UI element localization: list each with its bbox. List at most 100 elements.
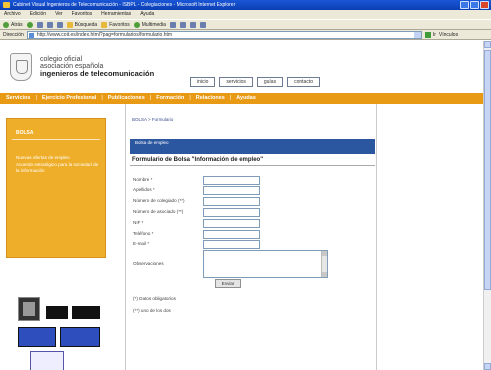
email-field[interactable] [203, 240, 260, 249]
star-icon [101, 21, 108, 28]
telefono-field[interactable] [203, 230, 260, 239]
main-content: BOLSA > Formulario Bolsa de empleo Formu… [125, 104, 377, 370]
apellidos-field[interactable] [203, 186, 260, 195]
url-text: http://www.coit.es/index.html?pag=formul… [36, 31, 173, 38]
print-button[interactable] [189, 21, 196, 28]
printer-icon [189, 21, 196, 28]
nav-separator: | [229, 95, 232, 101]
site-header: colegio oficial asociación española inge… [0, 41, 491, 93]
media-icon [133, 21, 140, 28]
internet-explorer-icon [3, 2, 10, 8]
nav-item-ejercicio-profesional[interactable]: Ejercicio Profesional [42, 93, 96, 104]
sidebar-item-ofertas[interactable]: Nuevas ofertas de empleo [16, 155, 102, 161]
stop-button[interactable] [36, 21, 43, 28]
scroll-up-button[interactable] [484, 41, 491, 48]
menubar: Archivo Edición Ver Favoritos Herramient… [0, 10, 491, 19]
nav-item-servicios[interactable]: Servicios [6, 93, 30, 104]
partner-logo-blue-2[interactable] [60, 327, 100, 347]
close-button[interactable] [480, 1, 489, 9]
menu-item-ver[interactable]: Ver [55, 10, 63, 19]
favorites-label: Favoritos [109, 21, 130, 28]
nav-separator: | [35, 95, 37, 101]
menu-item-herramientas[interactable]: Herramientas [101, 10, 131, 19]
partner-logo-dark-1[interactable] [46, 306, 68, 319]
refresh-icon [46, 21, 53, 28]
field-label: Número de colegiado (**) [133, 198, 185, 203]
browser-toolbar: Atrás Búsqueda Favoritos Multimedia [0, 19, 491, 30]
nav-item-ayudas[interactable]: Ayudas [236, 93, 256, 104]
scroll-down-button[interactable] [484, 363, 491, 370]
form-divider [130, 165, 375, 166]
observations-textarea[interactable] [203, 250, 328, 278]
nav-item-relaciones[interactable]: Relaciones [196, 93, 225, 104]
forward-button[interactable] [26, 21, 33, 28]
window-controls [460, 1, 489, 9]
mail-icon [179, 21, 186, 28]
field-label: Número de asociado (**) [133, 209, 184, 214]
mail-button[interactable] [179, 21, 186, 28]
nav-item-formacion[interactable]: Formación [156, 93, 184, 104]
asociado-field[interactable] [203, 208, 260, 217]
partner-logo-portrait[interactable] [18, 297, 40, 321]
partner-logo-small[interactable] [30, 351, 64, 370]
org-name: colegio oficial asociación española inge… [40, 56, 154, 77]
nombre-field[interactable] [203, 176, 260, 185]
nav-item-publicaciones[interactable]: Publicaciones [108, 93, 145, 104]
history-button[interactable] [169, 21, 176, 28]
field-label: E-mail * [133, 241, 150, 246]
window-title: Cabinet Visual Ingenieros de Telecomunic… [13, 2, 236, 8]
address-label: Dirección [3, 31, 24, 38]
section-header: Bolsa de empleo [130, 139, 375, 154]
menu-item-ayuda[interactable]: Ayuda [140, 10, 154, 19]
submit-button[interactable]: Enviar [215, 279, 241, 288]
header-link-guias[interactable]: guías [256, 77, 284, 87]
nav-separator: | [101, 95, 103, 101]
scroll-thumb[interactable] [484, 50, 491, 290]
maximize-button[interactable] [470, 1, 479, 9]
sidebar-menu: BOLSA Nuevas ofertas de empleo Acuerdo e… [6, 118, 106, 258]
search-label: Búsqueda [74, 21, 98, 28]
edit-icon [199, 21, 206, 28]
org-line-3: ingenieros de telecomunicación [40, 69, 155, 78]
go-arrow-icon [424, 31, 431, 38]
nif-field[interactable] [203, 219, 260, 228]
menu-item-edicion[interactable]: Edición [30, 10, 46, 19]
home-button[interactable] [56, 21, 63, 28]
links-button[interactable]: Vínculos [439, 32, 458, 38]
field-label: NIF * [133, 220, 144, 225]
favorites-button[interactable]: Favoritos [101, 21, 130, 28]
sidebar-item-acuerdo[interactable]: Acuerdo estratégico para la sociedad de … [16, 162, 102, 174]
menu-item-archivo[interactable]: Archivo [4, 10, 21, 19]
either-note: (**) uno de los dos [133, 308, 171, 313]
header-link-servicios[interactable]: servicios [219, 77, 253, 87]
page-scrollbar[interactable] [483, 41, 491, 370]
minimize-button[interactable] [460, 1, 469, 9]
header-link-contacto[interactable]: contacto [287, 77, 320, 87]
textarea-scrollbar[interactable] [321, 251, 327, 277]
sidebar: BOLSA Nuevas ofertas de empleo Acuerdo e… [0, 104, 110, 370]
sidebar-title: BOLSA [16, 130, 34, 136]
partner-logos [18, 297, 108, 370]
refresh-button[interactable] [46, 21, 53, 28]
header-link-inicio[interactable]: inicio [190, 77, 216, 87]
field-label: Nombre * [133, 177, 153, 182]
menu-item-favoritos[interactable]: Favoritos [72, 10, 93, 19]
edit-button[interactable] [199, 21, 206, 28]
partner-logo-dark-2[interactable] [72, 306, 100, 319]
search-button[interactable]: Búsqueda [66, 21, 98, 28]
media-label: Multimedia [141, 21, 166, 28]
coat-of-arms-logo[interactable] [10, 53, 32, 81]
go-button[interactable]: Ir [424, 31, 436, 38]
breadcrumb[interactable]: BOLSA > Formulario [132, 117, 173, 122]
colegiado-field[interactable] [203, 197, 260, 206]
go-label: Ir [432, 31, 436, 38]
back-label: Atrás [11, 21, 23, 28]
partner-logo-blue-1[interactable] [18, 327, 56, 347]
org-line-1: colegio oficial [40, 56, 83, 63]
required-note: (*) Datos obligatorios [133, 296, 176, 301]
chevron-down-icon[interactable] [413, 31, 421, 38]
back-button[interactable]: Atrás [3, 21, 23, 28]
media-button[interactable]: Multimedia [133, 21, 166, 28]
url-input[interactable]: http://www.coit.es/index.html?pag=formul… [26, 30, 422, 39]
address-bar: Dirección http://www.coit.es/index.html?… [0, 30, 491, 40]
